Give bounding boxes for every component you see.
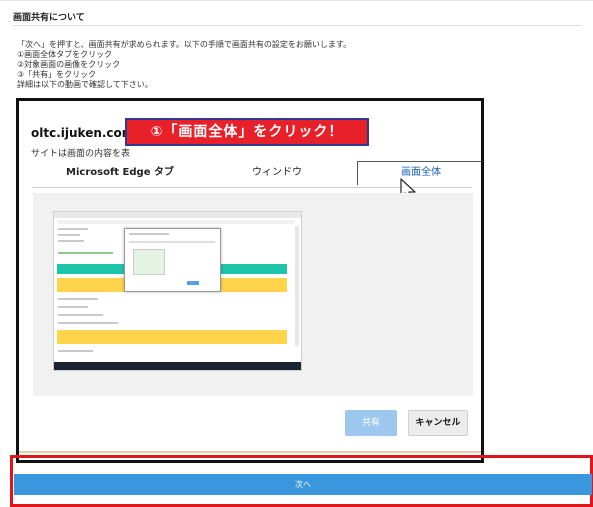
share-screen-dialog: oltc.ijuken.com と サイトは画面の内容を表 ①「画面全体」をクリ… (19, 101, 481, 460)
entire-screen-thumbnail[interactable] (53, 211, 302, 371)
instruction-line: ①画面全体タブをクリック (17, 50, 113, 59)
instruction-callout: ①「画面全体」をクリック！ (125, 118, 369, 146)
divider (19, 451, 481, 453)
instructions: 「次へ」を押すと、画面共有が求められます。以下の手順で画面共有の設定をお願いしま… (17, 40, 351, 90)
cancel-button[interactable]: キャンセル (408, 410, 468, 436)
top-divider (0, 0, 593, 1)
tab-window[interactable]: ウィンドウ (207, 159, 347, 187)
dialog-description: サイトは画面の内容を表 (31, 149, 131, 159)
screen-preview-area (33, 193, 473, 396)
instruction-line: 「次へ」を押すと、画面共有が求められます。以下の手順で画面共有の設定をお願いしま… (17, 40, 352, 49)
tab-edge-tab[interactable]: Microsoft Edge タブ (50, 159, 190, 187)
instruction-line: 詳細は以下の動画で確認して下さい。 (17, 80, 153, 89)
share-button[interactable]: 共有 (345, 410, 397, 436)
instruction-line: ③「共有」をクリック (17, 70, 97, 79)
header-divider (12, 25, 582, 26)
instruction-line: ②対象画面の画像をクリック (17, 60, 121, 69)
next-button[interactable]: 次へ (14, 474, 592, 495)
page-title: 画面共有について (13, 13, 85, 23)
tutorial-screenshot-frame: oltc.ijuken.com と サイトは画面の内容を表 ①「画面全体」をクリ… (16, 98, 484, 463)
